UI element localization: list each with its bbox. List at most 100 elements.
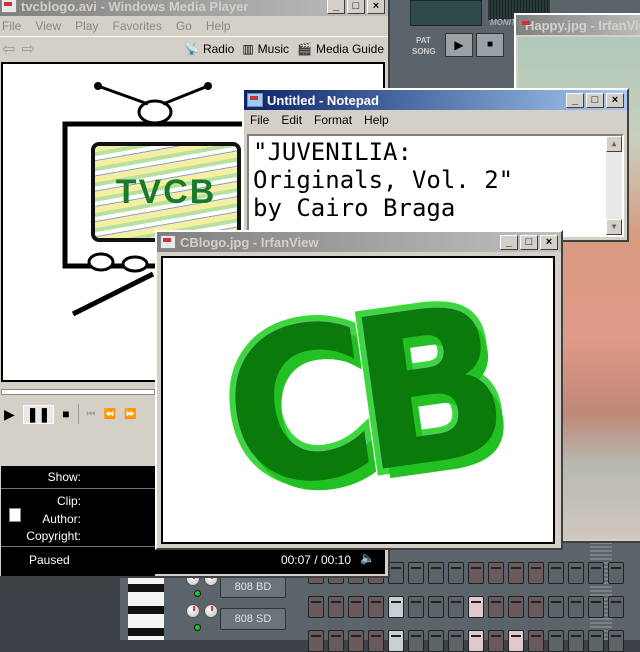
step-button[interactable] (508, 596, 524, 618)
minimize-button[interactable]: _ (566, 92, 584, 108)
step-button[interactable] (308, 596, 324, 618)
step-button[interactable] (308, 630, 324, 652)
pan-knob[interactable] (204, 604, 218, 618)
fl-stop-button[interactable]: ■ (476, 33, 504, 57)
vertical-scrollbar[interactable]: ▲ ▼ (606, 136, 622, 235)
step-button[interactable] (448, 630, 464, 652)
step-button[interactable] (528, 562, 544, 584)
step-button[interactable] (368, 596, 384, 618)
wmp-menu-bar: File View Play Favorites Go Help (0, 16, 388, 37)
step-button[interactable] (408, 630, 424, 652)
volume-knob[interactable] (186, 604, 200, 618)
step-button[interactable] (468, 630, 484, 652)
wmp-title: tvcblogo.avi - Windows Media Player (21, 0, 249, 14)
step-button[interactable] (608, 562, 624, 584)
menu-go[interactable]: Go (176, 19, 192, 33)
step-button[interactable] (508, 630, 524, 652)
minimize-button[interactable]: _ (500, 234, 518, 250)
step-button[interactable] (488, 630, 504, 652)
step-button[interactable] (388, 630, 404, 652)
step-button[interactable] (528, 630, 544, 652)
menu-help[interactable]: Help (364, 113, 389, 127)
menu-play[interactable]: Play (75, 19, 98, 33)
step-button[interactable] (448, 596, 464, 618)
wmp-nav-bar: ⇦ ⇨ 📡 Radio ▥ Music 🎬 Media Guide (0, 37, 388, 61)
step-button[interactable] (408, 596, 424, 618)
step-button[interactable] (428, 596, 444, 618)
step-button[interactable] (348, 630, 364, 652)
step-button[interactable] (468, 562, 484, 584)
play-button[interactable]: ▶ (4, 406, 15, 423)
radio-link[interactable]: Radio (203, 42, 234, 56)
step-button[interactable] (548, 596, 564, 618)
step-button[interactable] (348, 596, 364, 618)
step-button[interactable] (428, 562, 444, 584)
fl-play-button[interactable]: ▶ (445, 33, 473, 57)
step-button[interactable] (548, 562, 564, 584)
step-button[interactable] (568, 630, 584, 652)
step-button[interactable] (548, 630, 564, 652)
close-button[interactable]: × (540, 234, 558, 250)
seek-bar[interactable] (1, 389, 155, 395)
channel-button-808-sd[interactable]: 808 SD (220, 608, 286, 630)
scroll-down-button[interactable]: ▼ (606, 219, 622, 235)
stop-button[interactable]: ■ (62, 407, 69, 421)
show-label: Show: (47, 470, 81, 484)
notepad-title-bar[interactable]: Untitled - Notepad _ □ × (244, 90, 627, 110)
menu-favorites[interactable]: Favorites (112, 19, 161, 33)
step-button[interactable] (488, 562, 504, 584)
wmp-title-bar[interactable]: tvcblogo.avi - Windows Media Player _ □ … (0, 0, 388, 16)
step-button[interactable] (448, 562, 464, 584)
step-button[interactable] (608, 630, 624, 652)
notepad-text-area[interactable]: "JUVENILIA: Originals, Vol. 2" by Cairo … (247, 134, 624, 237)
step-button[interactable] (588, 630, 604, 652)
forward-arrow-icon[interactable]: ⇨ (21, 39, 34, 59)
maximize-button[interactable]: □ (347, 0, 365, 14)
menu-edit[interactable]: Edit (281, 113, 302, 127)
close-button[interactable]: × (367, 0, 385, 14)
music-link[interactable]: Music (258, 42, 289, 56)
step-button[interactable] (368, 630, 384, 652)
rewind-icon[interactable]: ⏪ (104, 409, 116, 420)
maximize-button[interactable]: □ (586, 92, 604, 108)
fl-scrollbar[interactable] (590, 540, 612, 640)
step-button[interactable] (328, 596, 344, 618)
previous-icon[interactable]: ⏮ (87, 409, 96, 420)
step-button[interactable] (488, 596, 504, 618)
step-button[interactable] (568, 596, 584, 618)
cblogo-title-bar[interactable]: CBlogo.jpg - IrfanView _ □ × (157, 232, 561, 252)
back-arrow-icon[interactable]: ⇦ (2, 39, 15, 59)
fast-forward-icon[interactable]: ⏩ (124, 409, 136, 420)
step-button[interactable] (328, 630, 344, 652)
step-button[interactable] (468, 596, 484, 618)
channel-led[interactable] (194, 624, 201, 631)
maximize-button[interactable]: □ (520, 234, 538, 250)
cblogo-title: CBlogo.jpg - IrfanView (180, 234, 319, 250)
media-guide-link[interactable]: Media Guide (316, 42, 384, 56)
step-button[interactable] (388, 596, 404, 618)
menu-view[interactable]: View (35, 19, 61, 33)
menu-format[interactable]: Format (314, 113, 352, 127)
menu-file[interactable]: File (250, 113, 269, 127)
channel-led[interactable] (194, 590, 201, 597)
menu-file[interactable]: File (2, 19, 21, 33)
step-button[interactable] (608, 596, 624, 618)
step-button[interactable] (388, 562, 404, 584)
step-button[interactable] (568, 562, 584, 584)
step-button[interactable] (508, 562, 524, 584)
happy-title-bar[interactable]: Happy.jpg - IrfanView (516, 15, 640, 35)
step-button[interactable] (528, 596, 544, 618)
step-button[interactable] (588, 562, 604, 584)
minimize-button[interactable]: _ (327, 0, 345, 14)
text-line: "JUVENILIA: (253, 138, 412, 166)
volume-icon[interactable]: 🔈 (360, 551, 375, 565)
channel-button-808-bd[interactable]: 808 BD (220, 576, 286, 598)
wmp-controls: ▶ ❚❚ ■ ⏮ ⏪ ⏩ (4, 404, 136, 424)
menu-help[interactable]: Help (206, 19, 231, 33)
step-button[interactable] (588, 596, 604, 618)
step-button[interactable] (408, 562, 424, 584)
close-button[interactable]: × (606, 92, 624, 108)
step-button[interactable] (428, 630, 444, 652)
scroll-up-button[interactable]: ▲ (606, 136, 622, 152)
pause-button[interactable]: ❚❚ (22, 404, 55, 424)
